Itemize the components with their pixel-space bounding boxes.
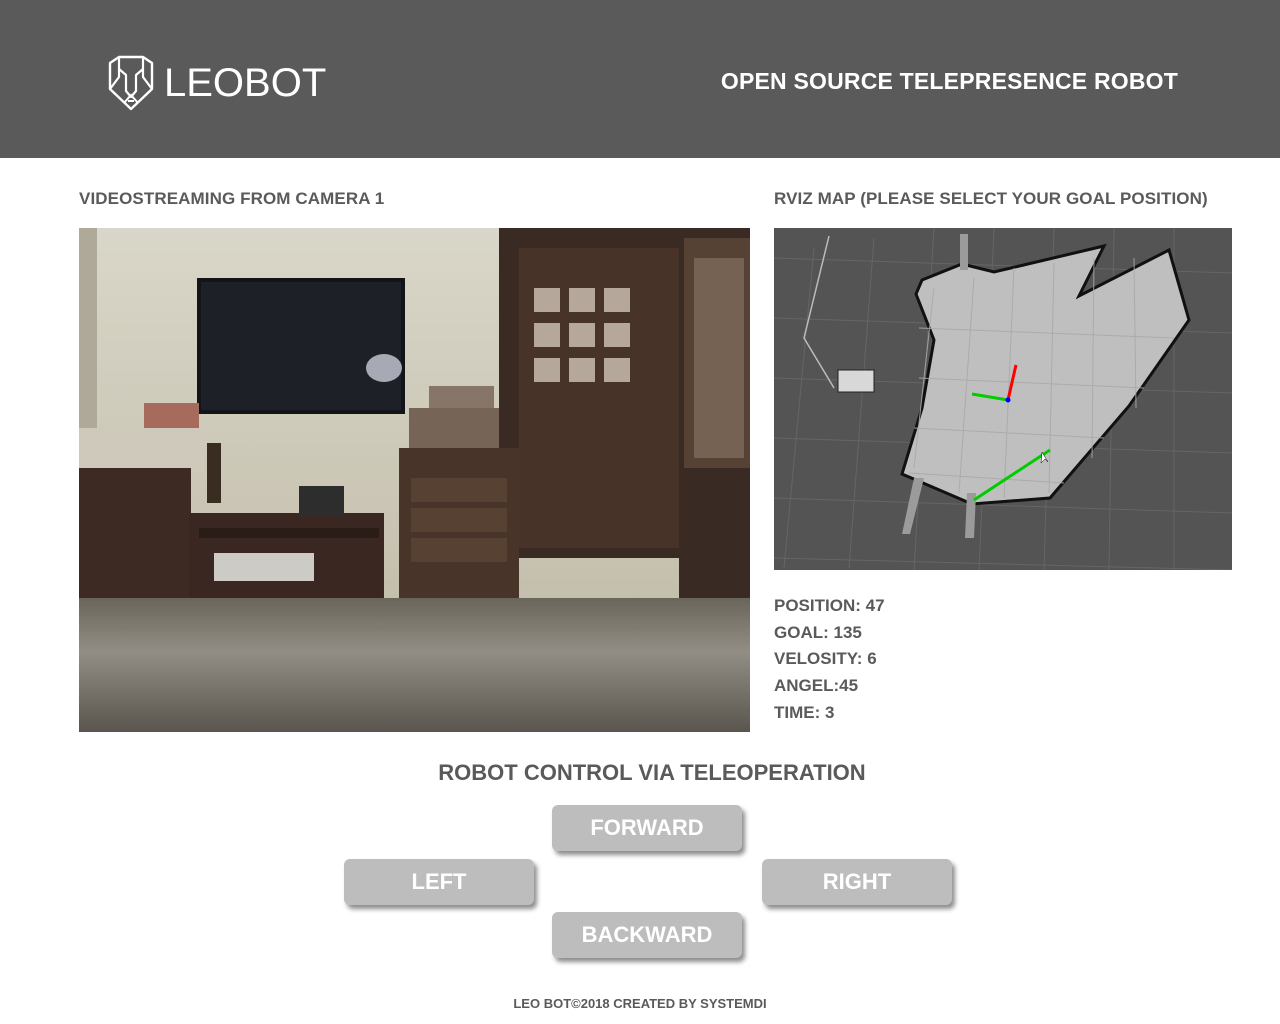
stat-velocity: VELOSITY: 6 [774, 649, 877, 669]
camera-video-stream [79, 228, 750, 732]
rviz-map-canvas[interactable] [774, 228, 1232, 570]
map-title: RVIZ MAP (PLEASE SELECT YOUR GOAL POSITI… [774, 189, 1208, 208]
stat-goal: GOAL: 135 [774, 622, 862, 642]
page-header: LEOBOT OPEN SOURCE TELEPRESENCE ROBOT [0, 0, 1280, 158]
robot-stats: POSITION: 47 GOAL: 135 VELOSITY: 6 ANGEL… [774, 595, 885, 728]
logo-text: LEOBOT [164, 61, 327, 105]
backward-button[interactable]: BACKWARD [552, 912, 742, 958]
header-tagline: OPEN SOURCE TELEPRESENCE ROBOT [720, 68, 1178, 94]
right-button[interactable]: RIGHT [762, 859, 952, 905]
footer-copyright: LEO BOT©2018 CREATED BY SYSTEMDI [513, 996, 767, 1011]
left-button[interactable]: LEFT [344, 859, 534, 905]
leobot-logo[interactable]: LEOBOT [106, 55, 326, 111]
rviz-map[interactable] [774, 228, 1232, 570]
control-title: ROBOT CONTROL VIA TELEOPERATION [438, 760, 866, 785]
camera-feed-image [79, 228, 750, 732]
lion-head-icon [108, 55, 154, 111]
forward-button[interactable]: FORWARD [552, 805, 742, 851]
stat-time: TIME: 3 [774, 702, 835, 722]
video-title: VIDEOSTREAMING FROM CAMERA 1 [79, 189, 385, 208]
stat-angle: ANGEL:45 [774, 676, 859, 696]
stat-position: POSITION: 47 [774, 596, 885, 615]
